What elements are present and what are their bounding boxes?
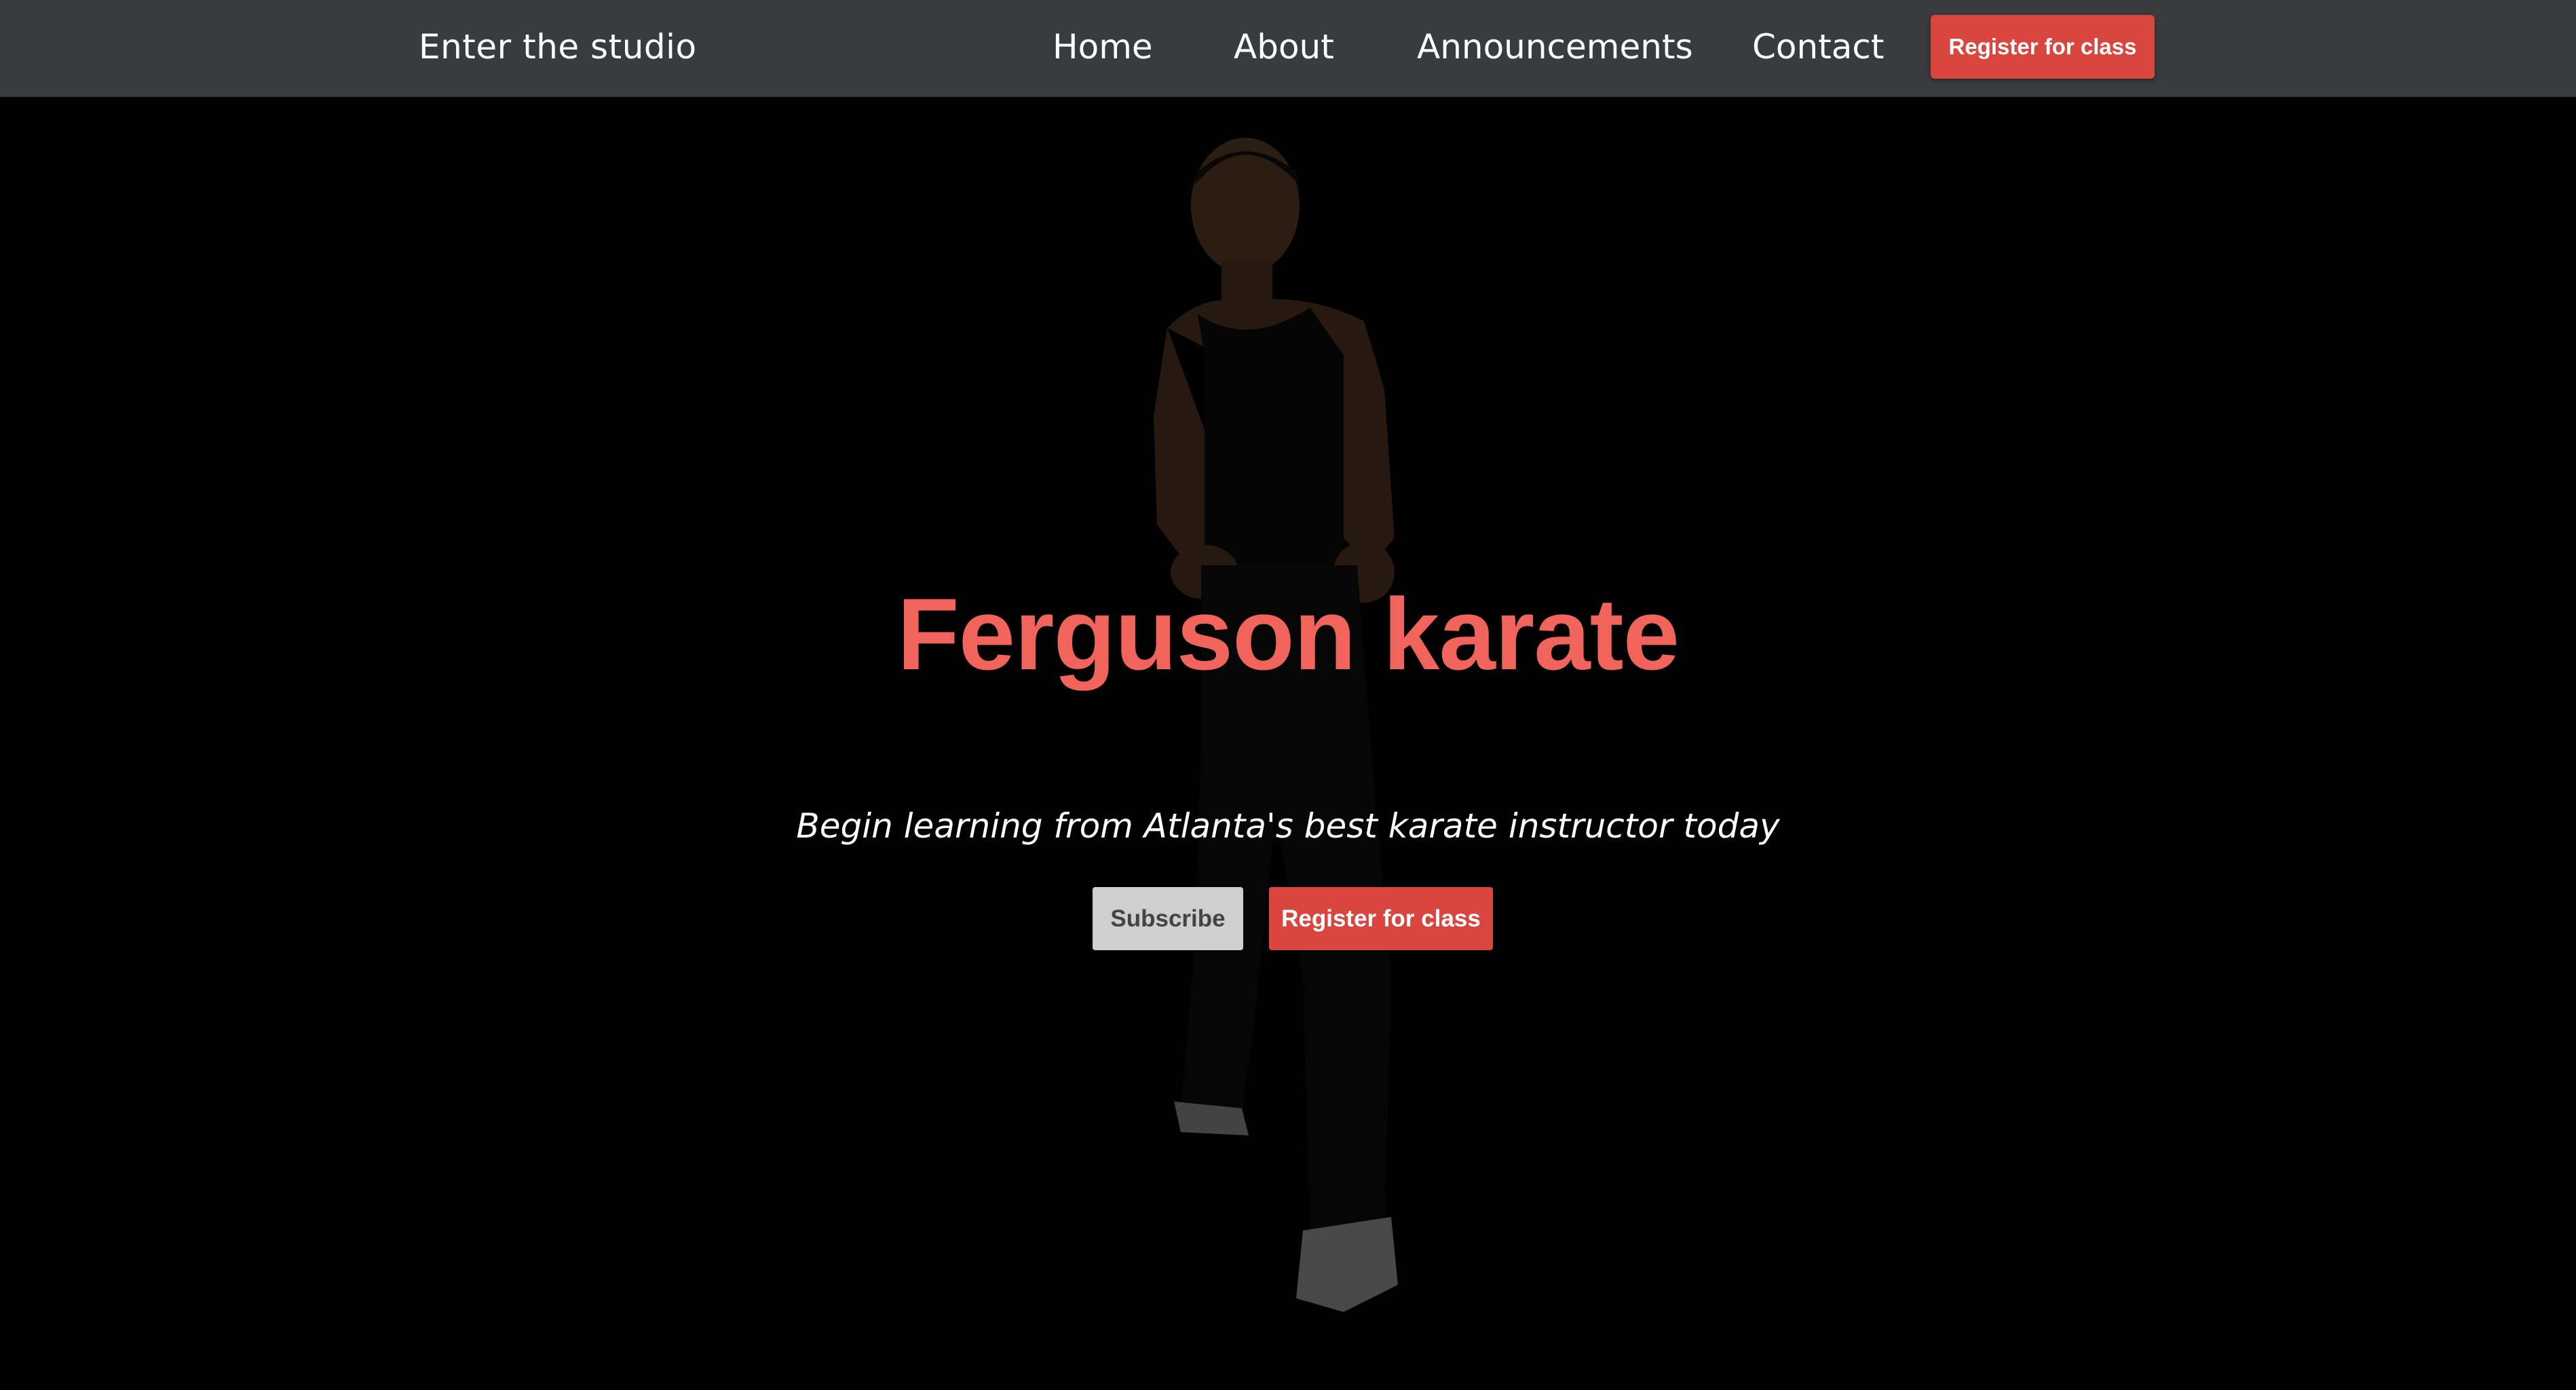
nav-register-button[interactable]: Register for class bbox=[1931, 15, 2155, 79]
nav-link-about[interactable]: About bbox=[1234, 0, 1334, 97]
hero-title: Ferguson karate bbox=[896, 577, 1680, 691]
top-navbar: Enter the studio Home About Announcement… bbox=[0, 0, 2576, 97]
hero-section: Ferguson karate Begin learning from Atla… bbox=[0, 97, 2576, 1390]
brand-link[interactable]: Enter the studio bbox=[419, 0, 697, 97]
instructor-photo bbox=[1154, 138, 1398, 1312]
nav-link-announcements[interactable]: Announcements bbox=[1417, 0, 1693, 97]
nav-link-home[interactable]: Home bbox=[1053, 0, 1153, 97]
hero-subtitle: Begin learning from Atlanta's best karat… bbox=[796, 806, 1780, 846]
subscribe-button[interactable]: Subscribe bbox=[1093, 887, 1243, 950]
nav-link-contact[interactable]: Contact bbox=[1752, 0, 1884, 97]
hero-register-button[interactable]: Register for class bbox=[1269, 887, 1493, 950]
